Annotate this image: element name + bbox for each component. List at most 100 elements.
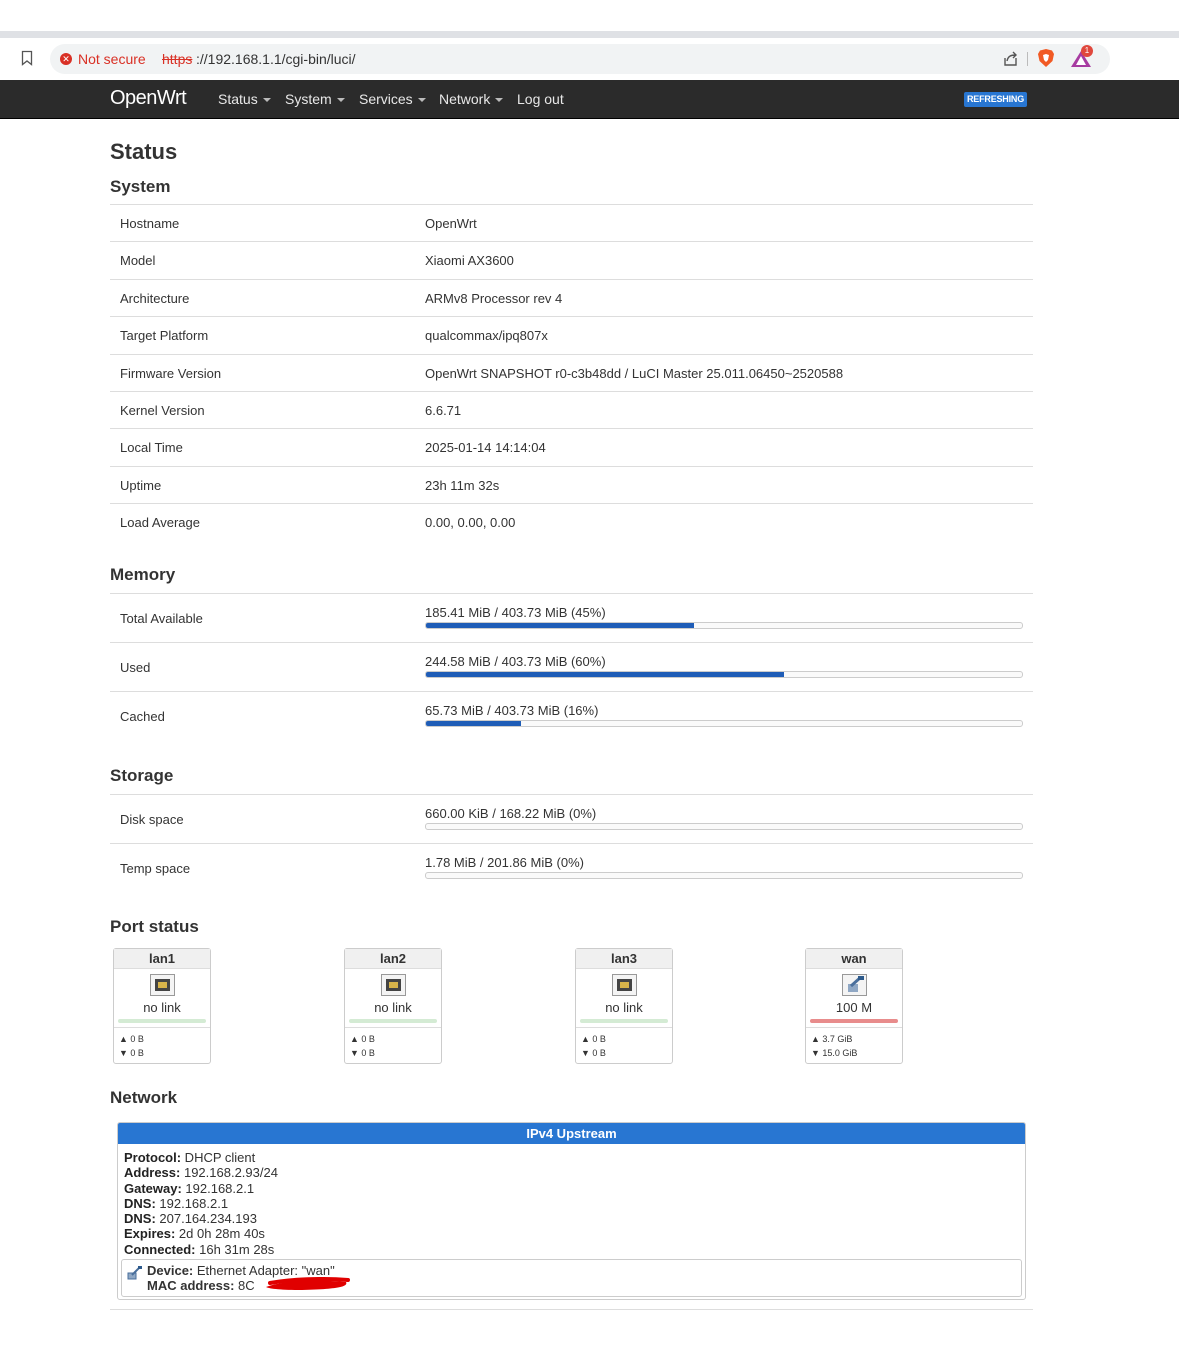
detail-value: 192.168.2.1 [181,1180,255,1196]
port-rx: ▼ 0 B [350,1048,375,1058]
rewards-badge: 1 [1081,45,1093,57]
panel-title: IPv4 Upstream [118,1123,1025,1144]
row-label: Load Average [120,515,200,531]
not-secure-icon[interactable]: ✕ [60,53,72,65]
progress-fill [426,672,784,677]
port-lan3: lan3 no link ▲ 0 B ▼ 0 B [575,948,673,1064]
luci-navbar: OpenWrt Status System Services Network L… [0,80,1179,119]
port-traffic: ▲ 0 B ▼ 0 B [345,1027,441,1060]
detail-value: 8C [234,1278,255,1294]
table-row: Used 244.58 MiB / 403.73 MiB (60%) [110,643,1033,692]
row-label: Total Available [120,611,203,626]
progress-bar [425,823,1023,830]
chevron-down-icon [336,98,345,103]
row-value: OpenWrt SNAPSHOT r0-c3b48dd / LuCI Maste… [425,365,844,381]
row-label: Uptime [120,477,162,493]
row-label: Local Time [120,440,183,456]
chevron-down-icon [262,98,271,103]
detail-key: Gateway: [124,1180,182,1196]
detail-address: Address: 192.168.2.93/24 [124,1165,278,1180]
row-label: Used [120,660,151,675]
port-tx: ▲ 0 B [119,1034,144,1044]
progress-fill [426,721,522,726]
browser-toolbar: ✕ Not secure https ://192.168.1.1/cgi-bi… [0,38,1179,80]
port-rx: ▼ 0 B [581,1048,606,1058]
progress-fill [426,623,695,628]
detail-key: DNS: [124,1211,156,1227]
table-row: Cached 65.73 MiB / 403.73 MiB (16%) [110,692,1033,741]
table-row: Model Xiaomi AX3600 [110,242,1033,280]
nav-services-label: Services [359,91,413,107]
nav-network[interactable]: Network [439,91,504,107]
nav-network-label: Network [439,91,491,107]
detail-gateway: Gateway: 192.168.2.1 [124,1181,278,1196]
browser-tabstrip [0,0,1179,31]
row-label: Disk space [120,812,184,827]
nav-system-label: System [285,91,332,107]
progress-text: 185.41 MiB / 403.73 MiB (45%) [425,605,606,620]
port-link-indicator [580,1019,668,1023]
table-row: Firmware Version OpenWrt SNAPSHOT r0-c3b4… [110,355,1033,392]
table-row: Disk space 660.00 KiB / 168.22 MiB (0%) [110,795,1033,844]
port-lan2: lan2 no link ▲ 0 B ▼ 0 B [344,948,442,1064]
brand-logo[interactable]: OpenWrt [110,87,187,110]
chevron-down-icon [495,98,504,103]
redaction-scribble [266,1277,350,1290]
progress-bar [425,720,1023,727]
ethernet-port-icon [381,974,406,996]
port-name: wan [806,949,902,969]
address-bar[interactable]: ✕ Not secure https ://192.168.1.1/cgi-bi… [50,44,1110,74]
detail-key: DNS: [124,1195,156,1211]
row-value: ARMv8 Processor rev 4 [425,290,563,306]
port-speed: no link [143,1000,181,1015]
table-row: Hostname OpenWrt [110,205,1033,243]
section-title-network: Network [110,1088,178,1107]
port-speed: no link [605,1000,643,1015]
detail-dns: DNS: 192.168.2.1 [124,1196,278,1211]
section-title-ports: Port status [110,917,199,936]
upstream-details: Protocol: DHCP client Address: 192.168.2… [124,1150,278,1257]
bookmark-icon[interactable] [21,50,33,66]
detail-value: DHCP client [181,1150,256,1165]
nav-services[interactable]: Services [359,91,426,107]
row-label: Target Platform [120,328,209,344]
nav-logout[interactable]: Log out [517,91,564,107]
security-label[interactable]: Not secure [78,51,146,67]
toolbar-separator [1027,52,1028,66]
detail-value: 207.164.234.193 [155,1211,257,1227]
row-label: Firmware Version [120,365,222,381]
table-row: Architecture ARMv8 Processor rev 4 [110,280,1033,318]
nav-status-label: Status [218,91,258,107]
row-label: Temp space [120,861,191,876]
chevron-down-icon [417,98,426,103]
row-value: 6.6.71 [425,402,462,418]
section-divider [110,1309,1033,1310]
table-row: Uptime 23h 11m 32s [110,467,1033,505]
progress-bar [425,622,1023,629]
ethernet-connected-icon [842,974,867,996]
brave-shields-icon[interactable] [1037,48,1055,68]
port-name: lan2 [345,949,441,969]
port-name: lan1 [114,949,210,969]
row-label: Kernel Version [120,402,205,418]
ethernet-port-icon [150,974,175,996]
nav-status[interactable]: Status [218,91,271,107]
url-scheme: https [162,51,193,67]
row-label: Model [120,253,156,269]
section-title-storage: Storage [110,766,174,785]
port-name: lan3 [576,949,672,969]
ipv4-upstream-panel: IPv4 Upstream Protocol: DHCP client Addr… [117,1122,1026,1300]
detail-key: Expires: [124,1226,176,1242]
share-icon[interactable] [1002,50,1020,68]
row-label: Cached [120,709,165,724]
row-value: qualcommax/ipq807x [425,328,548,344]
detail-value: 192.168.2.93/24 [180,1165,278,1181]
refreshing-indicator[interactable]: REFRESHING [964,92,1028,107]
row-value: 2025-01-14 14:14:04 [425,440,546,456]
detail-dns: DNS: 207.164.234.193 [124,1211,278,1226]
table-row: Load Average 0.00, 0.00, 0.00 [110,504,1033,541]
progress-bar [425,872,1023,879]
section-title-memory: Memory [110,565,176,584]
nav-system[interactable]: System [285,91,345,107]
port-rx: ▼ 15.0 GiB [811,1048,858,1058]
